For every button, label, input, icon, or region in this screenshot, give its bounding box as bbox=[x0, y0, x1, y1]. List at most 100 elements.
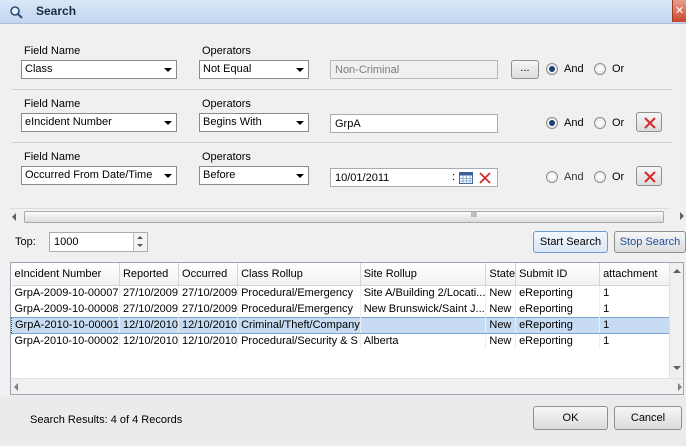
or-radio-2[interactable] bbox=[594, 117, 606, 129]
scroll-right-arrow-icon[interactable] bbox=[680, 212, 684, 220]
operator-select-1[interactable]: Not Equal bbox=[199, 60, 309, 79]
or-label: Or bbox=[612, 63, 625, 75]
table-cell: Procedural/Emergency bbox=[237, 285, 361, 301]
top-label: Top: bbox=[15, 236, 36, 248]
results-grid: eIncident Number Reported Occurred Class… bbox=[10, 262, 684, 395]
table-cell: 12/10/2010 bbox=[119, 333, 180, 349]
scroll-left-arrow-icon[interactable] bbox=[14, 383, 18, 391]
column-header[interactable]: Submit ID bbox=[515, 263, 601, 286]
table-cell: eReporting bbox=[515, 301, 601, 317]
table-cell: Criminal/Theft/Company bbox=[237, 316, 361, 334]
remove-criterion-button[interactable] bbox=[636, 166, 662, 186]
search-icon bbox=[10, 6, 23, 19]
date-picker-field[interactable]: 10/01/2011 : bbox=[330, 168, 498, 187]
table-cell: GrpA-2010-10-00001 bbox=[11, 316, 120, 334]
divider bbox=[12, 89, 672, 90]
chevron-down-icon bbox=[296, 174, 304, 178]
scroll-down-arrow-icon[interactable] bbox=[673, 366, 681, 370]
dialog-footer: Search Results: 4 of 4 Records OK Cancel bbox=[0, 396, 686, 446]
delete-icon bbox=[644, 171, 656, 183]
and-radio-2[interactable] bbox=[546, 117, 558, 129]
close-window-button[interactable]: ✕ bbox=[672, 0, 686, 22]
operators-label: Operators bbox=[202, 98, 251, 110]
value-field-2[interactable]: GrpA bbox=[330, 114, 498, 133]
cancel-button[interactable]: Cancel bbox=[614, 406, 682, 430]
field-name-label: Field Name bbox=[24, 98, 81, 110]
column-header[interactable]: eIncident Number bbox=[11, 263, 120, 286]
chevron-down-icon bbox=[164, 68, 172, 72]
criteria-horizontal-scrollbar[interactable]: III bbox=[10, 208, 670, 225]
and-radio-1[interactable] bbox=[546, 63, 558, 75]
grid-horizontal-scrollbar[interactable] bbox=[11, 378, 683, 394]
date-value: 10/01/2011 bbox=[335, 172, 390, 184]
table-cell: GrpA-2009-10-00007 bbox=[11, 285, 120, 301]
spin-down-icon[interactable] bbox=[137, 244, 143, 247]
table-cell: 27/10/2009 bbox=[178, 301, 239, 317]
column-header[interactable]: Reported bbox=[119, 263, 180, 286]
field-name-select-2[interactable]: eIncident Number bbox=[21, 113, 177, 132]
start-search-button[interactable]: Start Search bbox=[533, 231, 608, 253]
field-name-select-3[interactable]: Occurred From Date/Time bbox=[21, 166, 177, 185]
table-cell: New bbox=[485, 285, 517, 301]
or-radio-1[interactable] bbox=[594, 63, 606, 75]
clear-date-icon[interactable] bbox=[479, 172, 491, 184]
table-cell: 12/10/2010 bbox=[178, 316, 239, 334]
table-cell: Procedural/Security & S bbox=[237, 333, 361, 349]
spin-button[interactable] bbox=[133, 233, 147, 251]
scroll-right-arrow-icon[interactable] bbox=[678, 383, 682, 391]
column-header[interactable]: Site Rollup bbox=[360, 263, 487, 286]
operator-select-3[interactable]: Before bbox=[199, 166, 309, 185]
table-row[interactable]: GrpA-2009-10-00008 27/10/2009 27/10/2009… bbox=[11, 301, 683, 317]
operators-label: Operators bbox=[202, 151, 251, 163]
or-label: Or bbox=[612, 117, 625, 129]
stop-search-button[interactable]: Stop Search bbox=[614, 231, 686, 253]
table-cell: New Brunswick/Saint J... bbox=[360, 301, 487, 317]
table-cell: New bbox=[485, 333, 517, 349]
scroll-thumb[interactable] bbox=[24, 211, 664, 223]
and-label: And bbox=[564, 63, 584, 75]
table-cell: New bbox=[485, 301, 517, 317]
table-cell: New bbox=[485, 316, 517, 334]
calendar-icon[interactable] bbox=[459, 172, 473, 184]
ok-button[interactable]: OK bbox=[533, 406, 608, 430]
spin-up-icon[interactable] bbox=[137, 236, 143, 239]
and-label: And bbox=[564, 171, 584, 183]
remove-criterion-button[interactable] bbox=[636, 112, 662, 132]
status-text: Search Results: 4 of 4 Records bbox=[30, 414, 183, 426]
table-cell: 27/10/2009 bbox=[178, 285, 239, 301]
chevron-down-icon bbox=[164, 121, 172, 125]
ellipsis-button[interactable]: ... bbox=[511, 60, 539, 79]
scroll-left-arrow-icon[interactable] bbox=[12, 213, 16, 221]
table-row[interactable]: GrpA-2009-10-00007 27/10/2009 27/10/2009… bbox=[11, 285, 683, 301]
table-row[interactable]: GrpA-2010-10-00002 12/10/2010 12/10/2010… bbox=[11, 333, 683, 349]
table-cell: 27/10/2009 bbox=[119, 301, 180, 317]
field-name-label: Field Name bbox=[24, 151, 81, 163]
divider bbox=[12, 142, 672, 143]
field-name-select-1[interactable]: Class bbox=[21, 60, 177, 79]
table-cell: Alberta bbox=[360, 333, 487, 349]
table-cell: 12/10/2010 bbox=[119, 316, 180, 334]
or-radio-3[interactable] bbox=[594, 171, 606, 183]
table-cell: Procedural/Emergency bbox=[237, 301, 361, 317]
chevron-down-icon bbox=[296, 68, 304, 72]
table-header-row: eIncident Number Reported Occurred Class… bbox=[11, 263, 683, 286]
operators-label: Operators bbox=[202, 45, 251, 57]
table-cell: Site A/Building 2/Locati... bbox=[360, 285, 487, 301]
and-radio-3[interactable] bbox=[546, 171, 558, 183]
and-label: And bbox=[564, 117, 584, 129]
column-header[interactable]: State bbox=[485, 263, 517, 286]
top-count-field[interactable]: 1000 bbox=[49, 232, 148, 252]
grid-vertical-scrollbar[interactable] bbox=[669, 263, 683, 378]
scroll-grip: III bbox=[471, 212, 477, 219]
delete-icon bbox=[644, 117, 656, 129]
operator-select-2[interactable]: Begins With bbox=[199, 113, 309, 132]
scroll-up-arrow-icon[interactable] bbox=[673, 269, 681, 273]
table-cell: 12/10/2010 bbox=[178, 333, 239, 349]
table-row-selected[interactable]: GrpA-2010-10-00001 12/10/2010 12/10/2010… bbox=[11, 316, 683, 334]
column-header[interactable]: Occurred bbox=[178, 263, 239, 286]
search-dialog: Field Name Operators Class Not Equal Non… bbox=[0, 24, 686, 446]
column-header[interactable]: Class Rollup bbox=[237, 263, 361, 286]
table-cell bbox=[360, 316, 487, 334]
time-separator: : bbox=[452, 171, 456, 183]
results-table: eIncident Number Reported Occurred Class… bbox=[11, 263, 683, 349]
